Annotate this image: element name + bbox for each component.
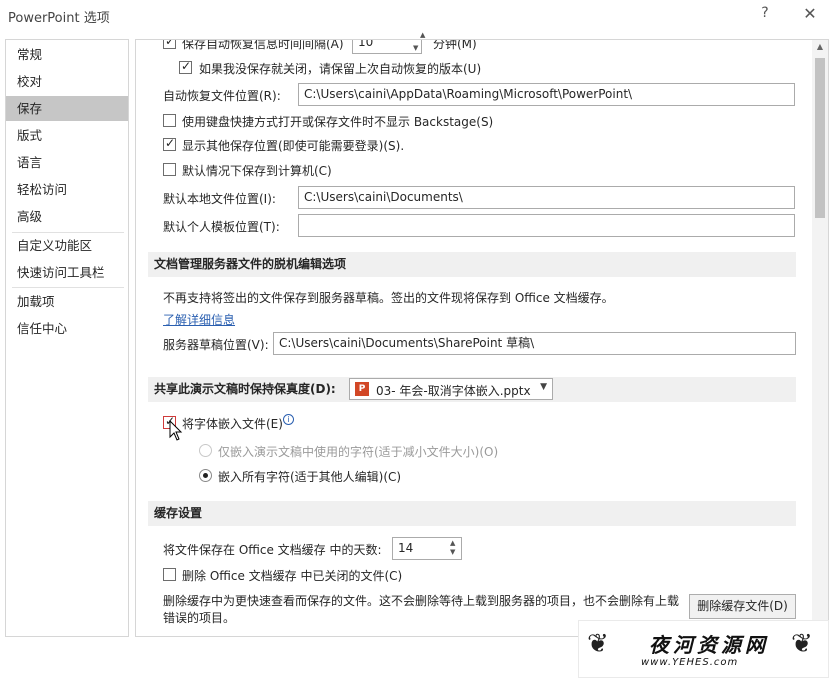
presentation-select-value: 03- 年会-取消字体嵌入.pptx: [376, 384, 531, 398]
cache-settings-heading: 缓存设置: [148, 501, 796, 526]
minutes-unit-label: 分钟(M): [433, 40, 477, 51]
autorecover-minutes-input[interactable]: 10: [352, 40, 422, 54]
sidebar-item-save[interactable]: 保存: [6, 96, 128, 121]
fidelity-heading-label: 共享此演示文稿时保持保真度(D):: [154, 382, 336, 396]
autorecover-location-input[interactable]: C:\Users\caini\AppData\Roaming\Microsoft…: [298, 83, 795, 106]
embed-all-chars-label: 嵌入所有字符(适于其他人编辑)(C): [218, 470, 402, 484]
default-local-location-label: 默认本地文件位置(I):: [163, 192, 276, 206]
watermark-logo: ❦ 夜河资源网 www.YEHES.com ❦: [578, 620, 829, 678]
embed-used-chars-label: 仅嵌入演示文稿中使用的字符(适于减小文件大小)(O): [218, 445, 499, 459]
show-additional-places-checkbox[interactable]: [163, 136, 176, 151]
embed-used-chars-radio[interactable]: [199, 444, 212, 457]
scrollbar-thumb[interactable]: [815, 58, 825, 218]
default-template-location-input[interactable]: [298, 214, 795, 237]
server-drafts-input[interactable]: C:\Users\caini\Documents\SharePoint 草稿\: [273, 332, 796, 355]
minutes-spin-down-icon[interactable]: ▼: [413, 44, 421, 52]
sidebar-item-trust-center[interactable]: 信任中心: [6, 316, 128, 341]
offline-editing-heading: 文档管理服务器文件的脱机编辑选项: [148, 252, 796, 277]
ornament-left-icon: ❦: [587, 629, 609, 659]
watermark-title: 夜河资源网: [649, 633, 769, 657]
embed-fonts-label: 将字体嵌入文件(E): [182, 417, 283, 431]
sidebar-item-advanced[interactable]: 高级: [6, 204, 128, 229]
mouse-cursor-icon: [169, 420, 183, 441]
window-title: PowerPoint 选项: [8, 11, 110, 26]
close-button[interactable]: ✕: [802, 4, 818, 23]
cache-days-spin-icon[interactable]: ▲ ▼: [450, 539, 458, 557]
show-additional-places-label: 显示其他保存位置(即使可能需要登录)(S).: [182, 139, 405, 153]
content-scrollbar[interactable]: ▲: [812, 40, 828, 636]
sidebar-item-accessibility[interactable]: 轻松访问: [6, 177, 128, 202]
sidebar-item-quick-access-toolbar[interactable]: 快速访问工具栏: [6, 260, 128, 285]
delete-closed-files-checkbox[interactable]: [163, 568, 176, 581]
info-icon[interactable]: i: [283, 414, 294, 425]
watermark-url: www.YEHES.com: [641, 657, 739, 668]
learn-more-link[interactable]: 了解详细信息: [163, 311, 235, 328]
sidebar-item-add-ins[interactable]: 加载项: [6, 289, 128, 314]
minutes-spin-icon[interactable]: ▲: [420, 31, 426, 39]
sidebar-item-customize-ribbon[interactable]: 自定义功能区: [6, 233, 128, 258]
cache-info-line1: 删除缓存中为更快速查看而保存的文件。这不会删除等待上载到服务器的项目，也不会删除…: [163, 594, 680, 608]
default-template-location-label: 默认个人模板位置(T):: [163, 220, 280, 234]
sidebar-item-proofing[interactable]: 校对: [6, 69, 128, 94]
chevron-down-icon: ▼: [540, 382, 547, 392]
offline-info-text: 不再支持将签出的文件保存到服务器草稿。签出的文件现将保存到 Office 文档缓…: [163, 291, 614, 305]
powerpoint-file-icon: P: [355, 382, 369, 396]
ornament-right-icon: ❦: [791, 629, 813, 659]
title-bar: PowerPoint 选项 ? ✕: [0, 0, 829, 32]
sidebar-item-language[interactable]: 语言: [6, 150, 128, 175]
presentation-select[interactable]: P 03- 年会-取消字体嵌入.pptx ▼: [349, 378, 553, 400]
sidebar-divider: [12, 287, 124, 288]
no-backstage-label: 使用键盘快捷方式打开或保存文件时不显示 Backstage(S): [182, 115, 494, 129]
no-backstage-checkbox[interactable]: [163, 114, 176, 127]
delete-closed-files-label: 删除 Office 文档缓存 中已关闭的文件(C): [182, 569, 403, 583]
delete-cache-button[interactable]: 删除缓存文件(D): [689, 594, 796, 619]
autorecover-label: 保存自动恢复信息时间间隔(A): [182, 40, 344, 51]
autorecover-location-label: 自动恢复文件位置(R):: [163, 89, 281, 103]
autorecover-checkbox[interactable]: [163, 40, 176, 49]
cache-days-label: 将文件保存在 Office 文档缓存 中的天数:: [163, 543, 382, 557]
sidebar-item-layout[interactable]: 版式: [6, 123, 128, 148]
default-local-location-input[interactable]: C:\Users\caini\Documents\: [298, 186, 795, 209]
options-sidebar: 常规 校对 保存 版式 语言 轻松访问 高级 自定义功能区 快速访问工具栏 加载…: [5, 39, 129, 637]
save-to-computer-label: 默认情况下保存到计算机(C): [182, 164, 332, 178]
cache-info-line2: 错误的项目。: [163, 611, 236, 625]
sidebar-item-general[interactable]: 常规: [6, 42, 128, 67]
keep-last-autosaved-checkbox[interactable]: [179, 59, 192, 74]
scroll-up-icon[interactable]: ▲: [812, 42, 828, 51]
save-to-computer-checkbox[interactable]: [163, 163, 176, 176]
keep-last-autosaved-label: 如果我没保存就关闭，请保留上次自动恢复的版本(U): [199, 62, 482, 76]
embed-all-chars-radio[interactable]: [199, 469, 212, 482]
server-drafts-label: 服务器草稿位置(V):: [163, 338, 269, 352]
help-button[interactable]: ?: [757, 5, 773, 21]
